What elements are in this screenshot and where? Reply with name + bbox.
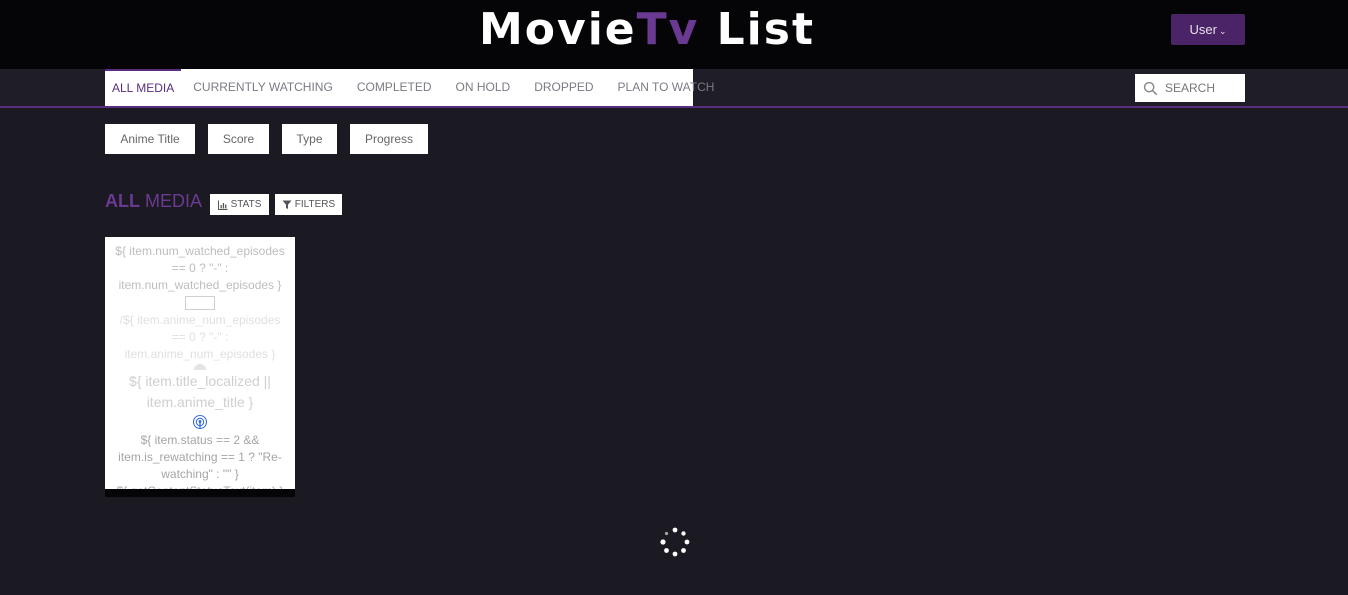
sort-type-button[interactable]: Type xyxy=(282,124,337,154)
sort-progress-button[interactable]: Progress xyxy=(350,124,428,154)
media-title: ${ item.title_localized || item.anime_ti… xyxy=(129,373,271,410)
stats-label: STATS xyxy=(230,199,262,210)
broadcast-icon xyxy=(192,414,208,430)
total-episodes-text: /${ item.anime_num_episodes == 0 ? "-" :… xyxy=(119,313,281,361)
section-title-strong: ALL xyxy=(105,191,140,211)
media-card[interactable]: ${ item.num_watched_episodes == 0 ? "-" … xyxy=(105,237,295,497)
user-label: User xyxy=(1189,22,1217,37)
chevron-down-icon: ⌄ xyxy=(1218,26,1227,36)
episodes-input[interactable] xyxy=(185,296,215,310)
search-box[interactable] xyxy=(1135,74,1245,102)
filter-icon xyxy=(282,200,292,209)
tab-all-media[interactable]: ALL MEDIA xyxy=(105,69,182,106)
logo-text-accent: Tv xyxy=(636,4,700,55)
stats-button[interactable]: STATS xyxy=(210,194,269,215)
tab-on-hold[interactable]: ON HOLD xyxy=(444,69,523,106)
sort-anime-title-button[interactable]: Anime Title xyxy=(105,124,195,154)
tab-plan-to-watch[interactable]: PLAN TO WATCH xyxy=(606,69,727,106)
search-input[interactable] xyxy=(1165,81,1245,95)
section-title-light: MEDIA xyxy=(145,191,203,211)
user-menu-button[interactable]: User ⌄ xyxy=(1171,14,1245,45)
bar-chart-icon xyxy=(217,200,228,210)
progress-arc-icon xyxy=(194,364,206,370)
sort-score-button[interactable]: Score xyxy=(208,124,269,154)
nav-bar: ALL MEDIA CURRENTLY WATCHING COMPLETED O… xyxy=(0,69,1348,108)
section-title: ALL MEDIA xyxy=(105,191,202,212)
logo-text-main: Movie xyxy=(479,4,637,55)
rewatch-status-text: ${ item.status == 2 && item.is_rewatchin… xyxy=(118,433,282,481)
loading-spinner-icon xyxy=(660,527,690,557)
logo-text-tail: List xyxy=(699,4,815,55)
top-header: MovieTv List User ⌄ xyxy=(0,0,1348,69)
card-footer-bar xyxy=(105,489,295,497)
filters-label: FILTERS xyxy=(294,199,336,210)
filters-button[interactable]: FILTERS xyxy=(275,194,342,215)
search-icon xyxy=(1143,81,1158,95)
watched-episodes-text: ${ item.num_watched_episodes == 0 ? "-" … xyxy=(115,244,285,292)
tab-completed[interactable]: COMPLETED xyxy=(345,69,444,106)
media-tabs: ALL MEDIA CURRENTLY WATCHING COMPLETED O… xyxy=(105,69,714,106)
site-logo[interactable]: MovieTv List xyxy=(479,4,815,55)
tab-currently-watching[interactable]: CURRENTLY WATCHING xyxy=(181,69,345,106)
tab-dropped[interactable]: DROPPED xyxy=(522,69,605,106)
